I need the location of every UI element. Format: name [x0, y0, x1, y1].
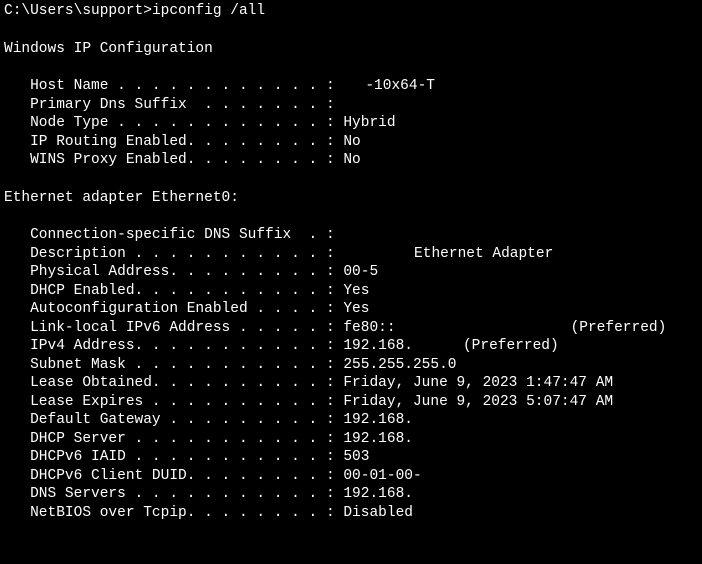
command-text: ipconfig /all	[152, 3, 265, 19]
redacted-block	[369, 451, 424, 467]
dhcpv6-iaid-value: 503	[343, 449, 369, 465]
output-row: IPv4 Address. . . . . . . . . . . : 192.…	[4, 337, 698, 356]
output-row: Host Name . . . . . . . . . . . . : -10x…	[4, 77, 698, 96]
output-row: Default Gateway . . . . . . . . . : 192.…	[4, 411, 698, 430]
blank-line	[4, 21, 698, 40]
output-row: DHCPv6 Client DUID. . . . . . . . : 00-0…	[4, 467, 698, 486]
output-row: DHCPv6 IAID . . . . . . . . . . . : 503	[4, 448, 698, 467]
section-header: Windows IP Configuration	[4, 40, 698, 59]
redacted-block	[343, 247, 405, 263]
redacted-block	[413, 414, 468, 430]
ipv4-value: 192.168.	[343, 338, 413, 354]
prompt-line: C:\Users\support>ipconfig /all	[4, 2, 698, 21]
ipv4-suffix: (Preferred)	[463, 338, 559, 354]
prompt: C:\Users\support>	[4, 3, 152, 19]
output-row: NetBIOS over Tcpip. . . . . . . . : Disa…	[4, 504, 698, 523]
output-row: Connection-specific DNS Suffix . :	[4, 226, 698, 245]
redacted-block	[343, 80, 365, 96]
dhcp-server-value: 192.168.	[343, 431, 413, 447]
ll-ipv6-value: fe80::	[343, 320, 395, 336]
output-row: WINS Proxy Enabled. . . . . . . . : No	[4, 151, 698, 170]
hostname-value: -10x64-T	[365, 78, 435, 94]
redacted-block	[413, 340, 463, 356]
description-value: Ethernet Adapter	[405, 246, 553, 262]
output-row: Autoconfiguration Enabled . . . . : Yes	[4, 300, 698, 319]
redacted-block	[413, 432, 465, 448]
terminal-output[interactable]: C:\Users\support>ipconfig /all Windows I…	[0, 0, 702, 524]
output-row: DNS Servers . . . . . . . . . . . : 192.…	[4, 485, 698, 504]
blank-line	[4, 58, 698, 77]
redacted-block	[422, 469, 577, 485]
output-row: Physical Address. . . . . . . . . : 00-5	[4, 263, 698, 282]
redacted-block	[378, 266, 496, 282]
output-row: Lease Expires . . . . . . . . . . : Frid…	[4, 393, 698, 412]
ll-ipv6-suffix: (Preferred)	[571, 320, 667, 336]
redacted-block	[396, 321, 571, 337]
output-row: DHCP Server . . . . . . . . . . . : 192.…	[4, 430, 698, 449]
output-row: Link-local IPv6 Address . . . . . : fe80…	[4, 319, 698, 338]
output-row: Description . . . . . . . . . . . : Ethe…	[4, 245, 698, 264]
section-header: Ethernet adapter Ethernet0:	[4, 189, 698, 208]
blank-line	[4, 207, 698, 226]
output-row: IP Routing Enabled. . . . . . . . : No	[4, 133, 698, 152]
output-row: Primary Dns Suffix . . . . . . . :	[4, 96, 698, 115]
output-row: Node Type . . . . . . . . . . . . : Hybr…	[4, 114, 698, 133]
output-row: DHCP Enabled. . . . . . . . . . . : Yes	[4, 282, 698, 301]
output-row: Subnet Mask . . . . . . . . . . . : 255.…	[4, 356, 698, 375]
redacted-block	[413, 488, 465, 504]
blank-line	[4, 170, 698, 189]
output-row: Lease Obtained. . . . . . . . . . : Frid…	[4, 374, 698, 393]
dns-servers-value: 192.168.	[343, 486, 413, 502]
phys-addr-value: 00-5	[343, 264, 378, 280]
dhcpv6-duid-value: 00-01-00-	[343, 468, 421, 484]
gateway-value: 192.168.	[343, 412, 413, 428]
